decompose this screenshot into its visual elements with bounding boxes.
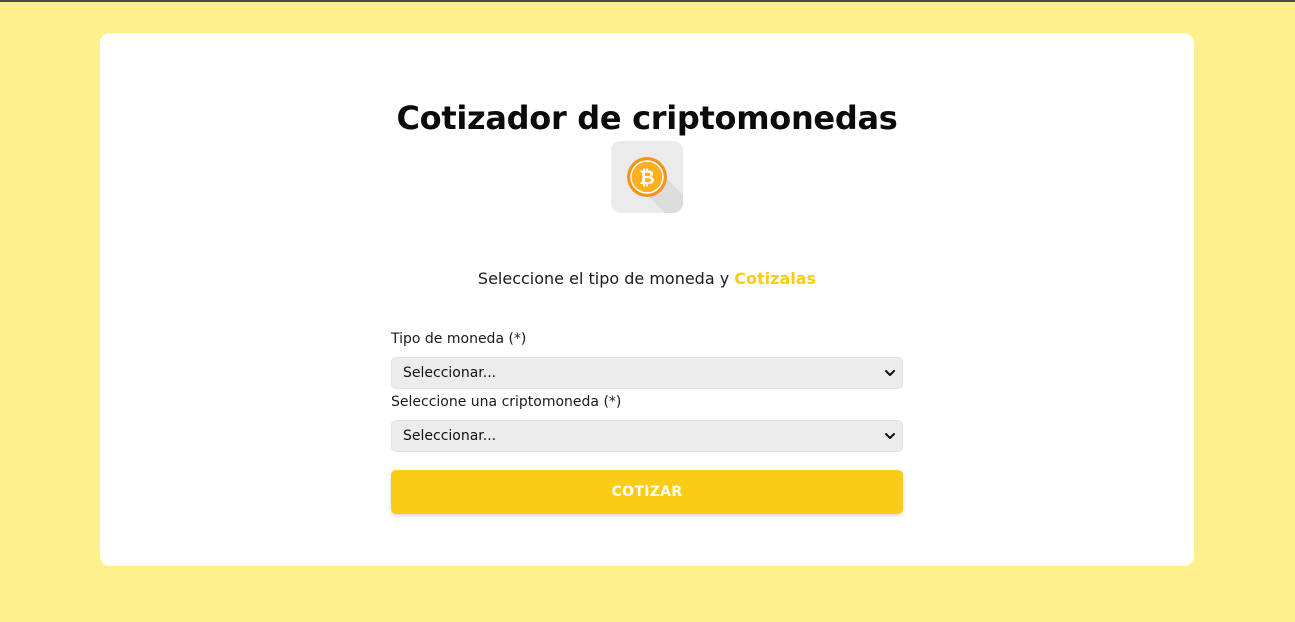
currency-field: Tipo de moneda (*) Seleccionar... bbox=[391, 327, 903, 389]
crypto-select[interactable]: Seleccionar... bbox=[391, 420, 903, 452]
quote-form: Tipo de moneda (*) Seleccionar... Selecc… bbox=[391, 327, 903, 514]
crypto-select-value: Seleccionar... bbox=[403, 428, 497, 444]
subtitle-accent: Cotizalas bbox=[734, 269, 817, 288]
logo: ₿ bbox=[611, 141, 683, 213]
page-title: Cotizador de criptomonedas bbox=[396, 99, 898, 137]
subtitle: Seleccione el tipo de moneda y Cotizalas bbox=[100, 269, 1194, 288]
chevron-down-icon bbox=[884, 358, 896, 388]
subtitle-text: Seleccione el tipo de moneda y bbox=[477, 269, 730, 288]
submit-button[interactable]: COTIZAR bbox=[391, 470, 903, 514]
crypto-label: Seleccione una criptomoneda (*) bbox=[391, 394, 622, 410]
chevron-down-icon bbox=[884, 421, 896, 451]
bitcoin-glyph: ₿ bbox=[639, 167, 654, 189]
crypto-field: Seleccione una criptomoneda (*) Seleccio… bbox=[391, 390, 903, 452]
currency-select-value: Seleccionar... bbox=[403, 365, 497, 381]
quote-card: Cotizador de criptomonedas ₿ Seleccione … bbox=[100, 33, 1194, 566]
currency-select[interactable]: Seleccionar... bbox=[391, 357, 903, 389]
currency-label: Tipo de moneda (*) bbox=[391, 331, 527, 347]
bitcoin-icon: ₿ bbox=[627, 157, 683, 213]
